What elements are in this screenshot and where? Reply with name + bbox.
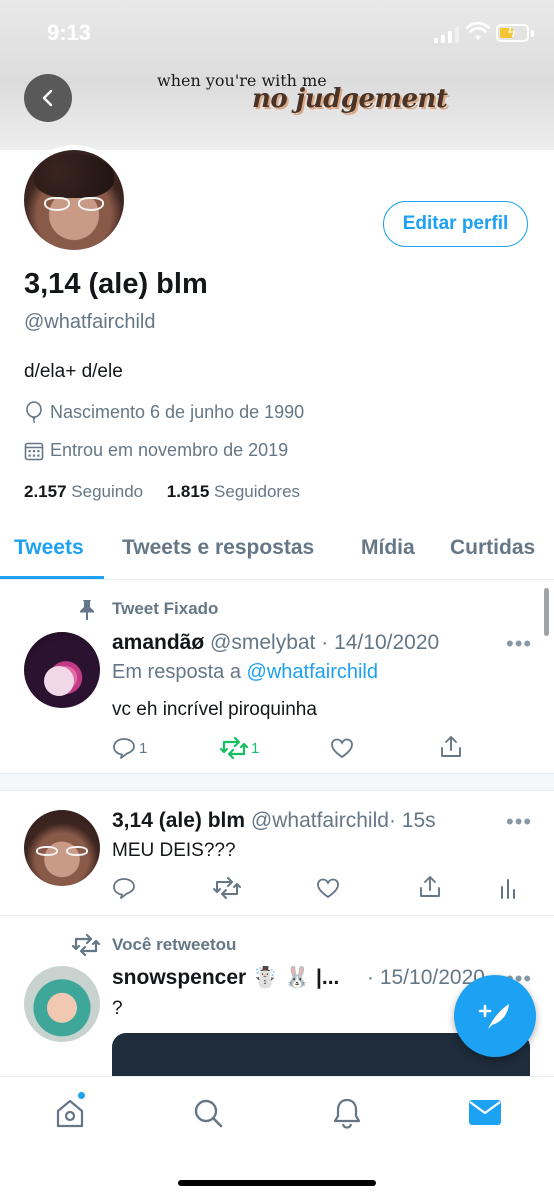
retweet-button[interactable] — [213, 877, 241, 899]
tweet-author-handle: @whatfairchild — [250, 809, 389, 832]
section-divider — [0, 773, 554, 791]
avatar-glasses — [36, 846, 88, 856]
share-icon — [441, 736, 461, 757]
cellular-signal-icon — [434, 27, 460, 43]
tab-likes[interactable]: Curtidas — [450, 536, 535, 560]
birthday-text: Nascimento 6 de junho de 1990 — [50, 401, 305, 422]
pin-icon — [80, 600, 94, 620]
avatar[interactable] — [24, 810, 100, 886]
heart-icon — [331, 738, 353, 759]
analytics-icon — [501, 879, 515, 899]
retweet-icon — [213, 877, 241, 899]
retweet-button[interactable]: 1 — [220, 737, 259, 759]
followers-label: Seguidores — [214, 482, 301, 501]
reply-icon — [113, 738, 135, 759]
pinned-label: Tweet Fixado — [112, 599, 219, 618]
banner-text-script: no judgement — [252, 84, 448, 114]
nav-search[interactable] — [192, 1097, 224, 1134]
tweet-text: vc eh incrível piroquinha — [112, 699, 317, 720]
birthday-row: Nascimento 6 de junho de 1990 — [24, 401, 304, 423]
search-icon — [194, 1099, 223, 1128]
chevron-left-icon — [42, 89, 53, 107]
balloon-icon — [26, 401, 42, 423]
home-notification-dot — [77, 1091, 86, 1100]
back-button[interactable] — [24, 74, 72, 122]
following-count: 2.157 — [24, 482, 67, 501]
notifications-icon — [333, 1098, 361, 1129]
tweet-author-handle: @smelybat — [210, 631, 316, 654]
tweet-author-name[interactable]: snowspencer ☃️ 🐰 |... — [112, 966, 339, 989]
avatar[interactable] — [24, 966, 100, 1042]
battery-cap — [531, 30, 534, 37]
tweet-time: · 14/10/2020 — [321, 631, 440, 654]
reply-context: Em resposta a @whatfairchild — [112, 661, 378, 684]
following-label: Seguindo — [71, 482, 144, 501]
status-time: 9:13 — [47, 20, 92, 45]
avatar-photo — [24, 150, 124, 250]
share-button[interactable] — [419, 875, 441, 899]
tab-tweets[interactable]: Tweets — [14, 536, 84, 560]
retweet-icon — [220, 737, 248, 759]
profile-tabs: Tweets Tweets e respostas Mídia Curtidas — [0, 525, 554, 580]
nav-messages[interactable] — [468, 1097, 502, 1132]
edit-profile-button[interactable]: Editar perfil — [383, 201, 528, 247]
compose-tweet-button[interactable] — [454, 975, 536, 1057]
reply-button[interactable]: 1 — [112, 737, 147, 759]
retweet-icon — [72, 934, 100, 956]
follow-stats: 2.157 Seguindo 1.815 Seguidores — [24, 482, 300, 502]
like-button[interactable] — [316, 877, 340, 899]
tab-tweets-and-replies[interactable]: Tweets e respostas — [122, 536, 314, 560]
tweet-header: 3,14 (ale) blm @whatfairchild· 15s — [112, 809, 436, 833]
tweet-text: MEU DEIS??? — [112, 840, 236, 861]
tweet-item[interactable]: Tweet Fixado amandãø @smelybat · 14/10/2… — [0, 581, 554, 773]
nav-notifications[interactable] — [331, 1097, 363, 1134]
home-icon — [56, 1099, 84, 1128]
profile-handle: @whatfairchild — [24, 311, 156, 333]
profile-display-name: 3,14 (ale) blm — [24, 268, 208, 300]
status-bar: 9:13 ϟ — [0, 0, 554, 66]
calendar-icon — [24, 442, 44, 460]
share-button[interactable] — [440, 735, 462, 759]
nav-home[interactable] — [54, 1097, 86, 1134]
reply-icon — [113, 878, 135, 899]
reply-handle-link[interactable]: @whatfairchild — [247, 661, 378, 683]
wifi-icon — [466, 22, 490, 40]
reply-prefix: Em resposta a — [112, 661, 241, 683]
tweet-author-name[interactable]: 3,14 (ale) blm — [112, 809, 245, 832]
heart-icon — [317, 878, 339, 899]
tweet-time: · 15s — [388, 809, 436, 832]
profile-bio: d/ela+ d/ele — [24, 361, 123, 382]
more-options-icon[interactable]: ••• — [506, 809, 532, 835]
profile-banner: 9:13 ϟ when you're with me no judgement — [0, 0, 554, 150]
share-icon — [420, 876, 440, 897]
more-options-icon[interactable]: ••• — [506, 631, 532, 657]
compose-tweet-icon — [478, 1004, 509, 1029]
followers-count: 1.815 — [166, 482, 210, 501]
messages-icon — [469, 1100, 501, 1125]
tweet-header: amandãø @smelybat · 14/10/2020 — [112, 631, 439, 655]
avatar[interactable] — [24, 632, 100, 708]
following-link[interactable]: 2.157 Seguindo — [24, 482, 143, 501]
tweet-item[interactable]: 3,14 (ale) blm @whatfairchild· 15s ••• M… — [0, 792, 554, 915]
profile-avatar[interactable] — [19, 145, 129, 255]
tweet-text: ? — [112, 998, 123, 1019]
tab-media[interactable]: Mídia — [361, 536, 415, 560]
battery-icon: ϟ — [496, 24, 529, 42]
retweet-count: 1 — [251, 739, 260, 757]
joined-row: Entrou em novembro de 2019 — [24, 440, 288, 461]
followers-link[interactable]: 1.815 Seguidores — [167, 482, 300, 501]
reply-count: 1 — [139, 739, 148, 757]
retweeted-label: Você retweetou — [112, 935, 237, 954]
reply-button[interactable] — [112, 877, 136, 899]
like-button[interactable] — [330, 737, 354, 759]
active-tab-indicator — [0, 576, 104, 579]
avatar-illustration — [44, 666, 74, 696]
home-indicator[interactable] — [178, 1180, 376, 1186]
analytics-button[interactable] — [500, 877, 516, 899]
scrollbar[interactable] — [544, 588, 549, 636]
tweet-author-name[interactable]: amandãø — [112, 631, 204, 654]
joined-text: Entrou em novembro de 2019 — [50, 440, 289, 460]
